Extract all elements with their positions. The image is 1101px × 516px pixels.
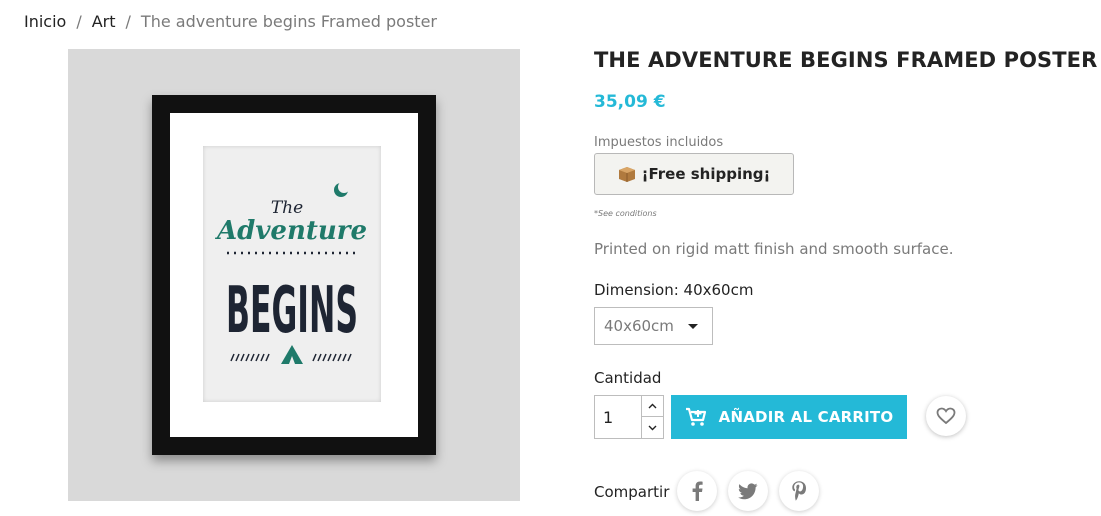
product-price: 35,09 € [594,92,666,112]
share-twitter-button[interactable] [728,471,768,511]
tax-label: Impuestos incluidos [594,135,724,150]
add-to-cart-label: AÑADIR AL CARRITO [718,408,894,426]
product-title: THE ADVENTURE BEGINS FRAMED POSTER [594,48,1098,72]
quantity-decrease-button[interactable] [642,417,663,438]
quantity-increase-button[interactable] [642,396,663,417]
quantity-input[interactable]: 1 [594,395,642,439]
poster-adventure-text: Adventure [214,216,367,246]
dimension-label: Dimension: 40x60cm [594,281,754,299]
poster-artwork: The Adventure BEGINS [214,181,367,364]
dimension-selected-value: 40x60cm [604,317,674,335]
free-shipping-label: ¡Free shipping¡ [641,165,771,183]
breadcrumb-separator: / [125,12,131,31]
product-description: Printed on rigid matt finish and smooth … [594,240,954,258]
breadcrumb-separator: / [76,12,82,31]
share-label: Compartir [594,483,670,501]
poster-mat: The Adventure BEGINS [170,113,418,437]
heart-icon [936,407,956,425]
chevron-up-icon [648,403,657,409]
breadcrumb: Inicio / Art / The adventure begins Fram… [24,12,437,31]
product-image[interactable]: The Adventure BEGINS [68,49,520,501]
poster-print: The Adventure BEGINS [203,146,381,402]
dimension-select[interactable]: 40x60cm [594,307,713,345]
twitter-icon [738,482,758,499]
breadcrumb-category-link[interactable]: Art [92,12,116,31]
pinterest-icon [792,481,806,501]
free-shipping-button[interactable]: ¡Free shipping¡ [594,153,794,195]
facebook-icon [692,481,703,501]
share-facebook-button[interactable] [677,471,717,511]
poster-frame: The Adventure BEGINS [152,95,436,455]
breadcrumb-current: The adventure begins Framed poster [140,12,437,31]
package-icon [618,166,636,182]
poster-begins-text: BEGINS [226,274,358,348]
quantity-label: Cantidad [594,369,662,387]
quantity-stepper [641,395,664,439]
poster-the-text: The [271,198,303,218]
wishlist-button[interactable] [926,396,966,436]
share-pinterest-button[interactable] [779,471,819,511]
add-to-cart-button[interactable]: AÑADIR AL CARRITO [671,395,907,439]
chevron-down-icon [648,425,657,430]
see-conditions-note[interactable]: *See conditions [594,209,657,218]
chevron-down-icon [688,324,698,329]
breadcrumb-home-link[interactable]: Inicio [24,12,66,31]
cart-icon [685,407,706,426]
